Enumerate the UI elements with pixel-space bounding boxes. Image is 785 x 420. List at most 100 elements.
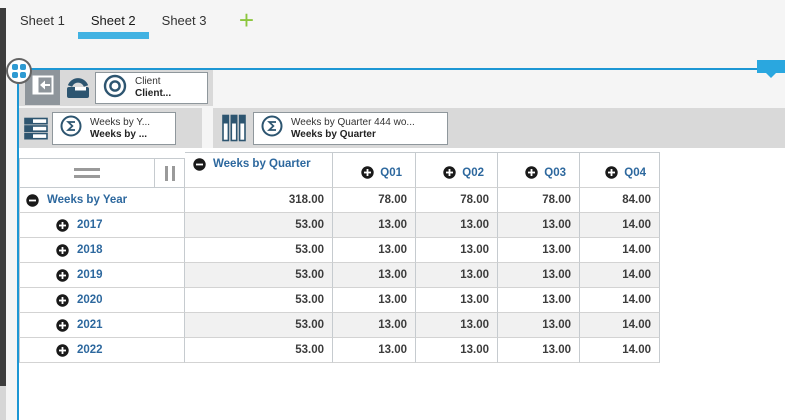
context-drawer-icon[interactable] (64, 74, 92, 102)
tab-sheet-2[interactable]: Sheet 2 (78, 0, 149, 40)
columns-zone-line1: Weeks by Quarter 444 wo... (291, 117, 415, 129)
pivot-row-2019: 2019 53.00 13.00 13.00 13.00 14.00 (19, 263, 660, 288)
minus-circle-icon[interactable] (193, 158, 206, 171)
data-cell[interactable]: 13.00 (416, 213, 498, 238)
data-cell[interactable]: 13.00 (416, 313, 498, 338)
drag-dot (12, 64, 18, 70)
data-cell[interactable]: 78.00 (498, 188, 580, 213)
row-header-weeks-by-year[interactable]: Weeks by Year (19, 188, 185, 213)
plus-circle-icon[interactable] (56, 244, 69, 257)
plus-circle-icon[interactable] (361, 166, 374, 179)
data-cell[interactable]: 13.00 (333, 213, 416, 238)
data-cell[interactable]: 13.00 (333, 288, 416, 313)
data-cell[interactable]: 13.00 (333, 313, 416, 338)
data-cell[interactable]: 13.00 (498, 338, 580, 363)
collapse-panel-left-icon (32, 75, 54, 100)
data-cell[interactable]: 53.00 (185, 213, 333, 238)
tab-label: Sheet 2 (91, 13, 136, 28)
drag-dot (12, 72, 18, 78)
data-cell[interactable]: 53.00 (185, 263, 333, 288)
plus-circle-icon[interactable] (56, 269, 69, 282)
plus-circle-icon[interactable] (525, 166, 538, 179)
data-cell[interactable]: 13.00 (333, 238, 416, 263)
column-header-q03[interactable]: Q03 (498, 152, 580, 188)
data-cell[interactable]: 318.00 (185, 188, 333, 213)
data-cell[interactable]: 13.00 (498, 263, 580, 288)
context-zone-line1: Client (135, 76, 171, 88)
data-cell[interactable]: 84.00 (580, 188, 660, 213)
data-cell[interactable]: 14.00 (580, 338, 660, 363)
data-cell[interactable]: 53.00 (185, 313, 333, 338)
pivot-header-row: Weeks by Quarter Q01 Q02 Q03 Q04 (19, 152, 660, 188)
drag-dot (20, 72, 26, 78)
pivot-table: Weeks by Quarter Q01 Q02 Q03 Q04 (19, 152, 660, 363)
row-header-2022[interactable]: 2022 (19, 338, 185, 363)
data-cell[interactable]: 53.00 (185, 288, 333, 313)
columns-axis-icon[interactable] (220, 114, 248, 143)
data-cell[interactable]: 13.00 (498, 213, 580, 238)
tab-sheet-3[interactable]: Sheet 3 (149, 0, 220, 40)
data-cell[interactable]: 14.00 (580, 238, 660, 263)
widget-selection-handle-flag[interactable] (757, 60, 785, 73)
data-cell[interactable]: 14.00 (580, 313, 660, 338)
sheet-tab-bar: Sheet 1 Sheet 2 Sheet 3 + (7, 0, 259, 40)
column-dimension-header[interactable]: Weeks by Quarter (185, 152, 333, 188)
tab-sheet-1[interactable]: Sheet 1 (7, 0, 78, 40)
column-header-q02[interactable]: Q02 (416, 152, 498, 188)
plus-circle-icon[interactable] (56, 319, 69, 332)
widget-selection-top-border (17, 68, 783, 70)
column-resize-handle[interactable] (155, 158, 185, 188)
plus-icon: + (239, 9, 254, 31)
tab-label: Sheet 1 (20, 13, 65, 28)
data-cell[interactable]: 13.00 (333, 263, 416, 288)
data-cell[interactable]: 53.00 (185, 338, 333, 363)
data-cell[interactable]: 78.00 (333, 188, 416, 213)
plus-circle-icon[interactable] (56, 294, 69, 307)
sigma-measure-icon (260, 114, 284, 143)
widget-drag-handle[interactable] (6, 58, 32, 84)
pivot-row-2020: 2020 53.00 13.00 13.00 13.00 14.00 (19, 288, 660, 313)
plus-circle-icon[interactable] (443, 166, 456, 179)
rows-dropzone-weeks-by-year[interactable]: Weeks by Y... Weeks by ... (52, 112, 176, 145)
widget-selection-left-border (17, 68, 19, 420)
plus-circle-icon[interactable] (56, 344, 69, 357)
data-cell[interactable]: 13.00 (416, 238, 498, 263)
pivot-row-2018: 2018 53.00 13.00 13.00 13.00 14.00 (19, 238, 660, 263)
data-cell[interactable]: 13.00 (498, 238, 580, 263)
row-header-2017[interactable]: 2017 (19, 213, 185, 238)
left-scrollbar-thumb[interactable] (0, 8, 6, 386)
row-header-2020[interactable]: 2020 (19, 288, 185, 313)
data-cell[interactable]: 14.00 (580, 263, 660, 288)
data-cell[interactable]: 13.00 (416, 338, 498, 363)
pivot-row-2017: 2017 53.00 13.00 13.00 13.00 14.00 (19, 213, 660, 238)
data-cell[interactable]: 53.00 (185, 238, 333, 263)
data-cell[interactable]: 14.00 (580, 213, 660, 238)
plus-circle-icon[interactable] (56, 219, 69, 232)
rows-zone-line1: Weeks by Y... (90, 117, 150, 129)
row-header-2018[interactable]: 2018 (19, 238, 185, 263)
column-header-q01[interactable]: Q01 (333, 152, 416, 188)
sigma-measure-icon (59, 114, 83, 143)
add-sheet-button[interactable]: + (233, 7, 259, 33)
data-cell[interactable]: 78.00 (416, 188, 498, 213)
plus-circle-icon[interactable] (605, 166, 618, 179)
rows-axis-icon[interactable] (24, 116, 49, 141)
minus-circle-icon[interactable] (26, 194, 39, 207)
column-header-q04[interactable]: Q04 (580, 152, 660, 188)
data-cell[interactable]: 13.00 (416, 288, 498, 313)
pivot-row-2022: 2022 53.00 13.00 13.00 13.00 14.00 (19, 338, 660, 363)
row-headers-handle[interactable] (19, 158, 155, 188)
pivot-row-2021: 2021 53.00 13.00 13.00 13.00 14.00 (19, 313, 660, 338)
double-circle-member-icon (102, 73, 128, 104)
data-cell[interactable]: 13.00 (498, 313, 580, 338)
row-header-2021[interactable]: 2021 (19, 313, 185, 338)
data-cell[interactable]: 13.00 (498, 288, 580, 313)
data-cell[interactable]: 13.00 (416, 263, 498, 288)
data-cell[interactable]: 14.00 (580, 288, 660, 313)
row-header-2019[interactable]: 2019 (19, 263, 185, 288)
context-dropzone-client[interactable]: Client Client... (95, 72, 208, 104)
context-zone-line2: Client... (135, 88, 171, 100)
data-cell[interactable]: 13.00 (333, 338, 416, 363)
rows-zone-line2: Weeks by ... (90, 129, 150, 141)
columns-dropzone-weeks-by-quarter[interactable]: Weeks by Quarter 444 wo... Weeks by Quar… (253, 112, 448, 145)
